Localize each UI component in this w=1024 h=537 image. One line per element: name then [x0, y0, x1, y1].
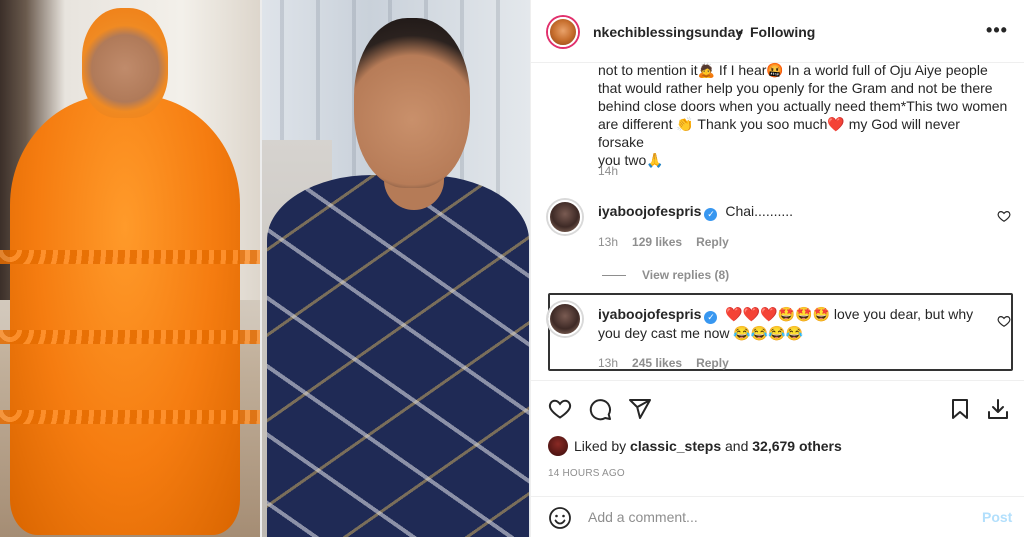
liker-avatar[interactable] — [548, 436, 568, 456]
instagram-post-window: nkechiblessingsunday • Following ••• not… — [0, 0, 1024, 537]
verified-icon: ✓ — [704, 311, 718, 324]
caption-line: behind close doors when you actually nee… — [598, 98, 1008, 114]
caption-timestamp[interactable]: 14h — [598, 164, 618, 178]
comment-icon[interactable] — [588, 397, 612, 421]
commenter-avatar[interactable] — [548, 200, 582, 234]
reply-button[interactable]: Reply — [696, 356, 729, 370]
photo-woman-orange-dress — [0, 0, 260, 537]
author-avatar[interactable] — [548, 17, 578, 47]
heart-icon[interactable] — [997, 209, 1011, 223]
more-icon[interactable]: ••• — [985, 18, 1009, 42]
comment-time[interactable]: 13h — [598, 356, 618, 370]
caption-line: are different 👏 Thank you soo much❤️ my … — [598, 116, 960, 150]
download-icon[interactable] — [986, 397, 1010, 421]
comment-text: ❤️❤️❤️🤩🤩🤩 love you dear, but why — [725, 306, 974, 322]
comment-likes[interactable]: 245 likes — [632, 356, 682, 370]
emoji-icon[interactable] — [548, 506, 572, 530]
replies-divider — [602, 274, 626, 276]
likes-middle: and — [725, 438, 749, 454]
action-bar — [531, 380, 1024, 436]
photo-woman-navy-shirt — [262, 0, 530, 537]
comment-input[interactable]: Add a comment... — [588, 509, 698, 525]
heart-icon[interactable] — [548, 397, 572, 421]
post-header: nkechiblessingsunday • Following ••• — [531, 0, 1024, 63]
following-button[interactable]: Following — [750, 24, 815, 40]
comment-likes[interactable]: 129 likes — [632, 235, 682, 249]
likes-count[interactable]: 32,679 others — [752, 438, 842, 454]
heart-icon[interactable] — [997, 314, 1011, 328]
share-icon[interactable] — [628, 397, 652, 421]
post-sidebar: nkechiblessingsunday • Following ••• not… — [530, 0, 1024, 537]
verified-icon: ✓ — [704, 208, 718, 221]
post-caption: not to mention it🙇 If I hear🤬 In a world… — [598, 61, 1008, 169]
post-button[interactable]: Post — [982, 509, 1012, 525]
liker-username[interactable]: classic_steps — [630, 438, 721, 454]
save-icon[interactable] — [948, 397, 972, 421]
reply-button[interactable]: Reply — [696, 235, 729, 249]
commenter-username[interactable]: iyaboojofespris — [598, 306, 701, 322]
likes-prefix: Liked by — [574, 438, 627, 454]
comment-time[interactable]: 13h — [598, 235, 618, 249]
caption-line: not to mention it🙇 If I hear🤬 In a world… — [598, 62, 988, 78]
caption-line: you two🙏 — [598, 152, 664, 168]
separator-dot: • — [738, 24, 743, 40]
post-image[interactable] — [0, 0, 530, 537]
caption-line: that would rather help you openly for th… — [598, 80, 993, 96]
likes-summary[interactable]: Liked by classic_steps and 32,679 others — [548, 436, 842, 456]
commenter-username[interactable]: iyaboojofespris — [598, 203, 701, 219]
view-replies-label: View replies (8) — [642, 268, 730, 282]
post-timestamp[interactable]: 14 HOURS AGO — [548, 468, 625, 479]
author-username[interactable]: nkechiblessingsunday — [593, 24, 743, 40]
view-replies-button[interactable]: View replies (8) — [598, 268, 729, 282]
add-comment-bar: Add a comment... Post — [531, 496, 1024, 537]
commenter-avatar[interactable] — [548, 302, 582, 336]
comment-text: you dey cast me now 😂😂😂😂 — [598, 325, 804, 341]
comment-text: Chai.......... — [725, 203, 794, 219]
